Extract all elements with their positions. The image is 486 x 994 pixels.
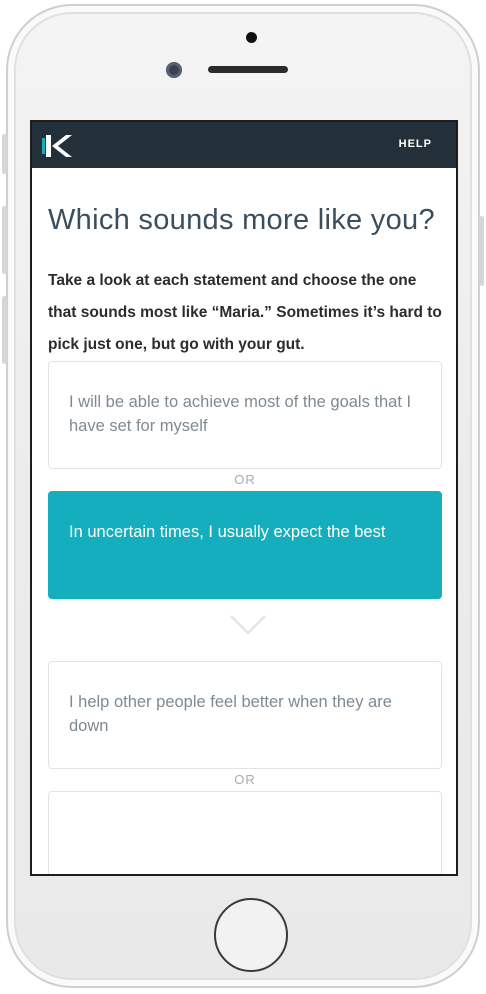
front-camera <box>166 62 182 78</box>
page-title: Which sounds more like you? <box>48 204 435 236</box>
earpiece-speaker <box>208 66 288 73</box>
option-card-help-others[interactable]: I help other people feel better when the… <box>48 661 442 769</box>
app-screen: HELP Which sounds more like you? Take a … <box>30 120 458 876</box>
next-indicator <box>48 599 442 661</box>
top-bar: HELP <box>32 122 456 168</box>
volume-up-button <box>2 206 7 274</box>
main-content: Which sounds more like you? Take a look … <box>32 202 456 874</box>
option-card-next-partial[interactable] <box>48 791 442 874</box>
chevron-down-icon <box>230 615 266 635</box>
option-card-expect-best-selected[interactable]: In uncertain times, I usually expect the… <box>48 491 442 599</box>
option-text: In uncertain times, I usually expect the… <box>69 523 386 541</box>
or-separator: OR <box>234 772 256 787</box>
option-card-achieve-goals[interactable]: I will be able to achieve most of the go… <box>48 361 442 469</box>
option-text: I will be able to achieve most of the go… <box>69 393 412 435</box>
home-button[interactable] <box>214 898 288 972</box>
volume-down-button <box>2 296 7 364</box>
or-separator: OR <box>234 472 256 487</box>
proximity-sensor <box>246 32 257 43</box>
help-link[interactable]: HELP <box>399 138 432 150</box>
intro-text: Take a look at each statement and choose… <box>48 272 442 353</box>
k-logo-icon[interactable] <box>42 132 72 160</box>
power-button <box>479 216 484 286</box>
mute-switch <box>2 134 7 174</box>
option-text: I help other people feel better when the… <box>69 693 392 735</box>
